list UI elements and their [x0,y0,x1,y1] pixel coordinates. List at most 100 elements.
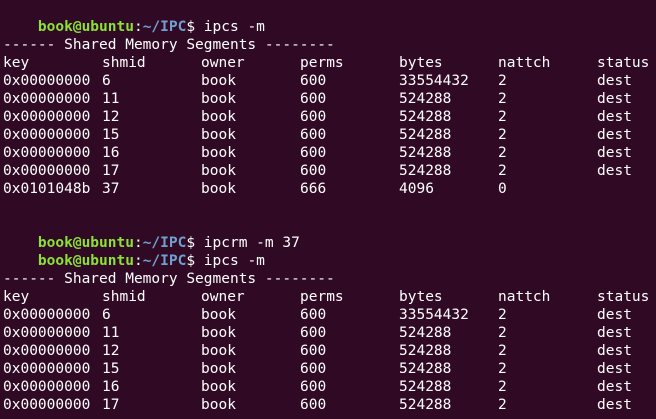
cell-perms: 600 [300,145,327,161]
cell-perms: 600 [300,379,327,395]
cell-perms: 600 [300,109,327,125]
cell-status: dest [597,145,632,161]
cell-shmid: 17 [102,397,120,413]
cell-bytes: 524288 [399,325,452,341]
table-header: key shmid owner perms bytes nattch statu… [3,54,649,72]
table-row: 0x00000000 16 book 600 524288 2 dest [3,144,632,162]
cell-owner: book [201,361,236,377]
cell-bytes: 524288 [399,127,452,143]
prompt-line: book@ubuntu:~/IPC$ ipcrm -m 37 [3,216,300,251]
command-text: ipcs -m [195,253,265,269]
prompt-path: ~/IPC [142,19,187,35]
cell-key: 0x00000000 [3,109,91,125]
cell-perms: 600 [300,307,327,323]
table-row: 0x00000000 17 book 600 524288 2 dest [3,396,632,414]
prompt-colon: : [133,253,143,269]
terminal-window[interactable]: book@ubuntu:~/IPC$ ipcs -m ------ Shared… [0,0,656,419]
cell-bytes: 524288 [399,343,452,359]
cell-nattch: 2 [498,163,507,179]
cell-key: 0x00000000 [3,307,91,323]
column-header-shmid: shmid [102,55,146,71]
table-row: 0x00000000 11 book 600 524288 2 dest [3,90,632,108]
cell-key: 0x00000000 [3,127,91,143]
cell-bytes: 524288 [399,397,452,413]
table-row: 0x00000000 6 book 600 33554432 2 dest [3,72,632,90]
table-header: key shmid owner perms bytes nattch statu… [3,288,649,306]
column-header-perms: perms [300,55,344,71]
cell-shmid: 15 [102,361,120,377]
cell-owner: book [201,127,236,143]
cell-bytes: 524288 [399,361,452,377]
table-row: 0x00000000 12 book 600 524288 2 dest [3,108,632,126]
cell-perms: 600 [300,163,327,179]
cell-bytes: 524288 [399,109,452,125]
table-row: 0x00000000 11 book 600 524288 2 dest [3,324,632,342]
cell-shmid: 16 [102,145,120,161]
section-title: ------ Shared Memory Segments -------- [3,37,335,53]
column-header-owner: owner [201,289,245,305]
cell-status: dest [597,343,632,359]
prompt-line: book@ubuntu:~/IPC$ ipcs -m [3,0,265,35]
cell-owner: book [201,163,236,179]
cell-perms: 600 [300,361,327,377]
cell-owner: book [201,181,236,197]
cell-shmid: 6 [102,307,111,323]
cell-nattch: 2 [498,343,507,359]
prompt-line: book@ubuntu:~/IPC$ ipcs -m [3,234,265,269]
cell-key: 0x00000000 [3,325,91,341]
cell-owner: book [201,307,236,323]
cell-key: 0x00000000 [3,91,91,107]
column-header-shmid: shmid [102,289,146,305]
cell-key: 0x00000000 [3,145,91,161]
cell-status: dest [597,163,632,179]
cell-shmid: 12 [102,343,120,359]
cell-shmid: 15 [102,127,120,143]
cell-status: dest [597,397,632,413]
cell-key: 0x0101048b [3,181,91,197]
table-row: 0x00000000 12 book 600 524288 2 dest [3,342,632,360]
cell-bytes: 33554432 [399,73,469,89]
cell-shmid: 11 [102,91,120,107]
cell-nattch: 0 [498,181,507,197]
prompt-user-host: book@ubuntu [37,253,134,269]
column-header-key: key [3,289,30,305]
column-header-owner: owner [201,55,245,71]
cell-nattch: 2 [498,91,507,107]
cell-status: dest [597,127,632,143]
cell-status: dest [597,73,632,89]
cell-owner: book [201,73,236,89]
cell-status: dest [597,307,632,323]
cell-bytes: 33554432 [399,307,469,323]
cell-owner: book [201,343,236,359]
cell-status: dest [597,325,632,341]
cell-perms: 666 [300,181,327,197]
cell-key: 0x00000000 [3,379,91,395]
cell-perms: 600 [300,127,327,143]
cell-status: dest [597,91,632,107]
table-row: 0x00000000 15 book 600 524288 2 dest [3,126,632,144]
cell-shmid: 37 [102,181,120,197]
command-text: ipcs -m [195,19,265,35]
column-header-status: status [597,55,650,71]
table-row: 0x00000000 15 book 600 524288 2 dest [3,360,632,378]
cell-bytes: 524288 [399,379,452,395]
cell-bytes: 524288 [399,163,452,179]
prompt-path: ~/IPC [142,253,187,269]
cell-status: dest [597,361,632,377]
cell-nattch: 2 [498,361,507,377]
cell-nattch: 2 [498,325,507,341]
cell-nattch: 2 [498,145,507,161]
cell-owner: book [201,379,236,395]
cell-owner: book [201,145,236,161]
cell-perms: 600 [300,73,327,89]
prompt-user-host: book@ubuntu [37,19,134,35]
cell-bytes: 4096 [399,181,434,197]
cell-status: dest [597,109,632,125]
cell-bytes: 524288 [399,145,452,161]
cell-owner: book [201,109,236,125]
cell-nattch: 2 [498,109,507,125]
column-header-perms: perms [300,289,344,305]
cell-owner: book [201,397,236,413]
column-header-nattch: nattch [498,55,551,71]
column-header-nattch: nattch [498,289,551,305]
